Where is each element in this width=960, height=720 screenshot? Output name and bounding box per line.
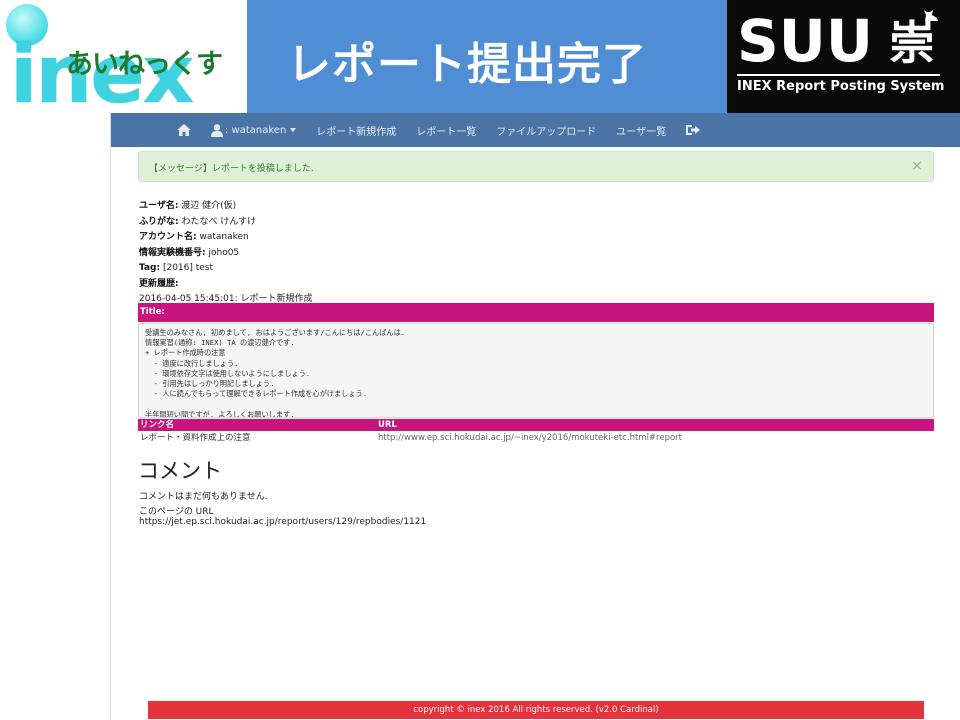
furigana-label: ふりがな: [139,216,179,227]
alert-message: 【メッセージ】レポートを投稿しました. [149,164,314,174]
link-name-header: リンク名 [138,419,376,431]
close-icon[interactable]: × [911,158,923,174]
info-history-label: 更新履歴: [139,277,929,293]
suu-subtitle: INEX Report Posting System [737,79,945,94]
home-icon [177,124,191,136]
link-name: レポート・資料作成上の注意 [140,433,251,443]
nav-logout[interactable] [676,113,710,147]
account-value: watanaken [199,232,249,242]
machine-value: joho05 [208,247,240,258]
comments-heading: コメント [138,459,222,483]
tag-label: Tag: [139,263,161,273]
nav-user-label: : watanaken [225,124,287,136]
page-url: https://jet.ep.sci.hokudai.ac.jp/report/… [139,517,427,527]
username-label: ユーザ名: [139,201,179,211]
nav-user-list[interactable]: ユーザ一覧 [606,113,676,147]
suu-divider [737,74,940,76]
nav-user-dropdown[interactable]: : watanaken [201,113,306,147]
user-icon [211,123,223,137]
info-username: ユーザ名: 渡辺 健介(仮) [139,199,929,215]
sign-out-icon [686,125,701,135]
machine-label: 情報実験機番号: [139,247,206,258]
chevron-down-icon [290,128,297,132]
link-url[interactable]: http://www.ep.sci.hokudai.ac.jp/~inex/y2… [376,431,934,445]
page-banner: inex あいねっくす レポート提出完了 SUU 崇 INEX Report P… [0,0,960,113]
suu-kanji: 崇 [889,16,935,70]
username-value: 渡辺 健介(仮) [181,201,237,211]
banner-title: レポート提出完了 [287,39,647,90]
info-furigana: ふりがな: わたなべ けんすけ [139,215,929,231]
info-account: アカウント名: watanaken [139,230,929,246]
inex-logo: inex あいねっくす [0,0,247,113]
info-machine: 情報実験機番号: joho05 [139,246,929,262]
tag-value: [2016] test [162,263,214,273]
cat-icon [924,10,938,21]
page-url-label: このページの URL [139,507,214,517]
history-label: 更新履歴: [139,278,179,289]
nav-home[interactable] [167,113,201,147]
comments-empty: コメントはまだ何もありません. [139,492,268,502]
table-row: レポート・資料作成上の注意 http://www.ep.sci.hokudai.… [138,431,934,445]
nav-report-new[interactable]: レポート新規作成 [306,113,406,147]
nav-file-upload[interactable]: ファイルアップロード [486,113,606,147]
link-table: リンク名 URL レポート・資料作成上の注意 http://www.ep.sci… [138,419,934,445]
suu-logo: SUU 崇 INEX Report Posting System [727,0,960,113]
link-url-header: URL [376,419,934,431]
navbar: : watanaken レポート新規作成 レポート一覧 ファイルアップロード ユ… [111,113,960,147]
banner-title-area: レポート提出完了 [247,0,727,113]
nav-report-list[interactable]: レポート一覧 [406,113,486,147]
report-title-bar: Title: [138,303,934,322]
furigana-value: わたなべ けんすけ [181,216,257,227]
logo-kana: あいねっくす [66,49,223,80]
report-body: 受講生のみなさん, 初めまして, おはようございます/こんにちは/こんばんは. … [138,323,934,418]
report-info: ユーザ名: 渡辺 健介(仮) ふりがな: わたなべ けんすけ アカウント名: w… [139,199,929,308]
account-label: アカウント名: [139,232,197,242]
app-window: : watanaken レポート新規作成 レポート一覧 ファイルアップロード ユ… [110,113,960,720]
suu-word: SUU [737,7,873,75]
link-table-header: リンク名 URL [138,419,934,431]
success-alert: 【メッセージ】レポートを投稿しました. × [138,151,934,182]
nav-items: : watanaken レポート新規作成 レポート一覧 ファイルアップロード ユ… [167,113,710,147]
footer: copyright © inex 2016 All rights reserve… [148,701,924,719]
info-tag: Tag: [2016] test [139,261,929,277]
